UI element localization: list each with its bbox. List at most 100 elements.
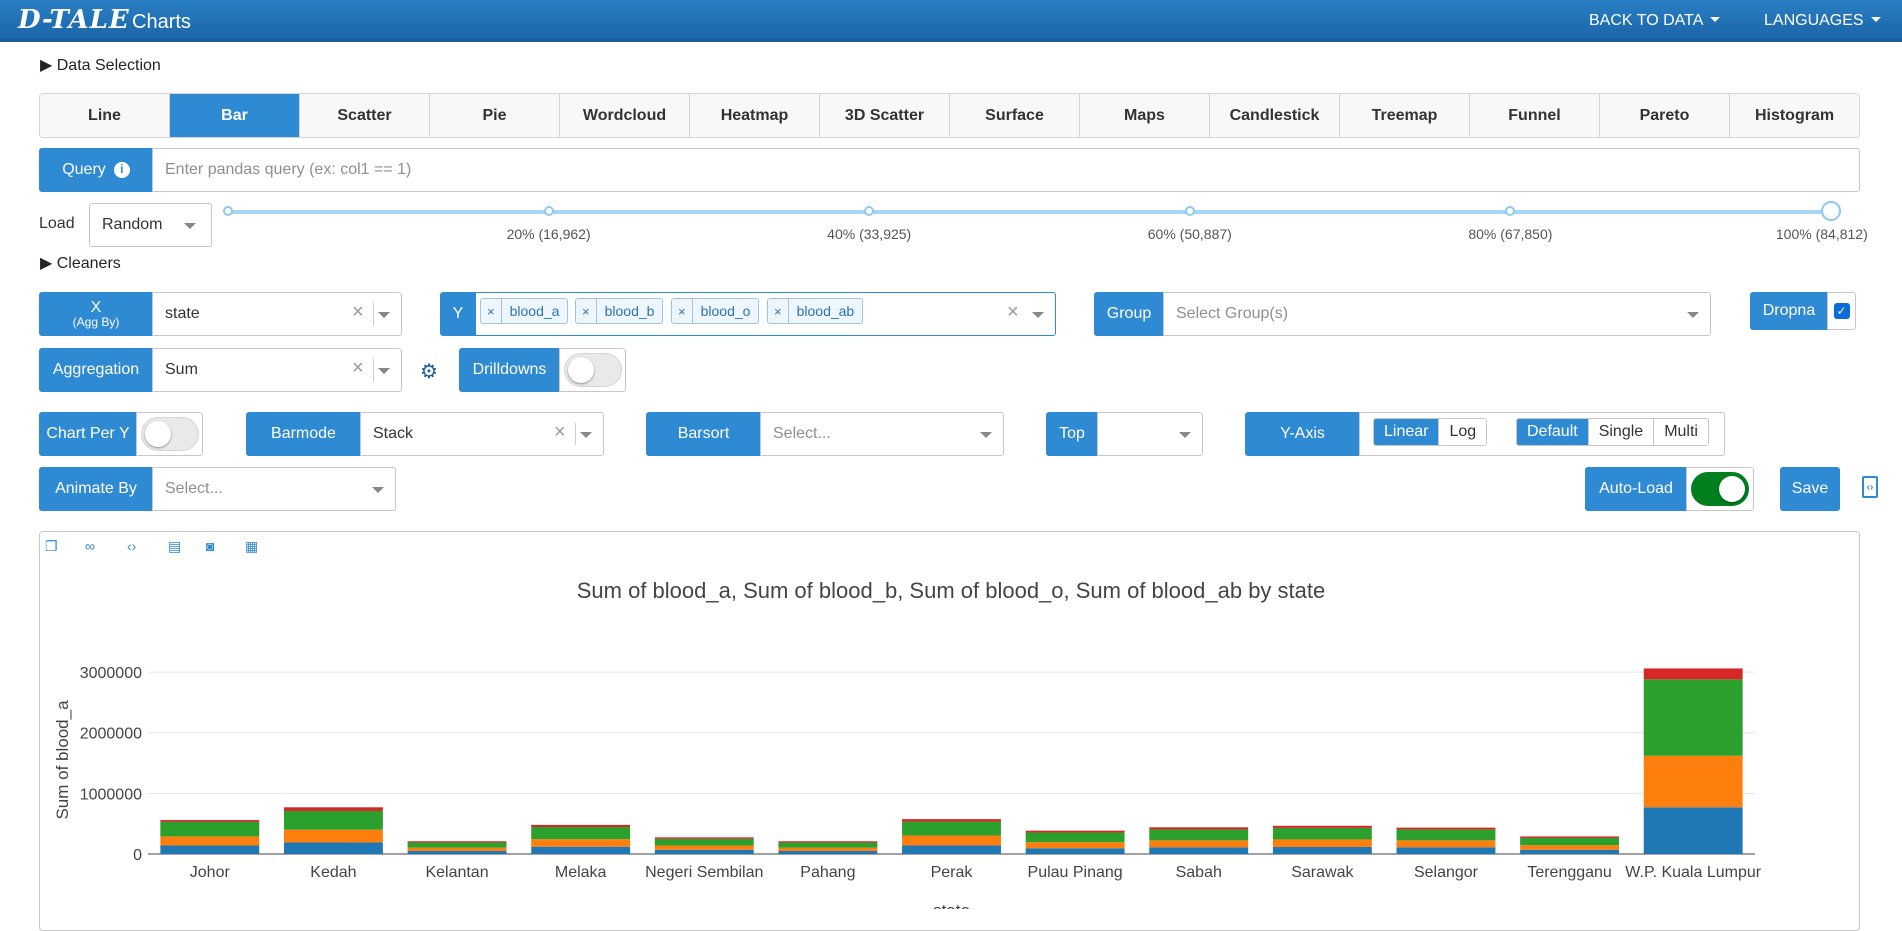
auto-load-toggle[interactable] [1691,472,1749,506]
csv-export-icon[interactable]: ▦ [245,538,261,554]
y-axis-mode-toggle: Default Single Multi [1516,418,1709,446]
tab-histogram[interactable]: Histogram [1730,94,1859,137]
query-placeholder: Enter pandas query (ex: col1 == 1) [165,161,412,178]
group-placeholder: Select Group(s) [1176,305,1289,322]
code-icon[interactable]: ‹› [127,538,143,554]
x-label: X (Agg By) [39,292,153,336]
tab-scatter[interactable]: Scatter [300,94,430,137]
clear-icon[interactable]: × [1007,301,1019,324]
animate-by-select[interactable]: Select... [152,467,396,511]
x-sublabel: (Agg By) [72,315,120,330]
barmode-label: Barmode [246,412,361,456]
chevron-down-icon[interactable] [980,432,992,438]
chevron-down-icon[interactable] [378,312,390,318]
clear-icon[interactable]: × [352,301,364,324]
dropna-checkbox[interactable]: ✓ [1833,303,1850,319]
x-value: state [165,305,200,322]
languages-label: LANGUAGES [1764,12,1864,29]
dropna-label: Dropna [1750,292,1828,330]
tab-wordcloud[interactable]: Wordcloud [560,94,690,137]
aggregation-select[interactable]: Sum × [152,348,402,392]
clear-icon[interactable]: × [352,357,364,380]
gear-icon[interactable]: ⚙ [420,359,438,384]
y-chip-label: blood_ab [796,303,855,319]
slider-tick [1184,206,1195,216]
tab-pie[interactable]: Pie [430,94,560,137]
tab-line[interactable]: Line [40,94,170,137]
y-axis-mode-default-button[interactable]: Default [1517,419,1589,445]
y-chip-label: blood_o [700,303,751,319]
y-chip: × blood_ab [767,298,864,324]
y-label-text: Y [452,305,464,323]
drilldowns-label: Drilldowns [459,348,560,392]
popup-icon[interactable]: ❐ [45,538,61,554]
slider-tick [864,206,875,216]
tab-pareto[interactable]: Pareto [1600,94,1730,137]
x-select[interactable]: state × [152,292,402,336]
y-axis-scale-linear-button[interactable]: Linear [1374,419,1440,445]
top-navbar: D-TALE Charts BACK TO DATA LANGUAGES [0,0,1902,42]
group-label-text: Group [1106,305,1152,323]
load-value: Random [102,216,163,233]
tab-maps[interactable]: Maps [1080,94,1210,137]
export-code-icon[interactable]: ‹› [1862,476,1878,498]
slider-mark-label[interactable]: 40% (33,925) [827,226,911,242]
remove-chip-icon[interactable]: × [672,299,693,323]
chevron-down-icon[interactable] [1179,432,1191,438]
aggregation-label-text: Aggregation [52,361,140,379]
data-selection-toggle[interactable]: ▶ Data Selection [40,55,161,75]
slider-mark-label[interactable]: 80% (67,850) [1468,226,1552,242]
toggle-knob [1719,476,1745,502]
dtale-logo[interactable]: D-TALE [18,5,130,35]
y-axis-mode-single-button[interactable]: Single [1588,419,1655,445]
cleaners-label: Cleaners [56,255,121,272]
load-slider-handle[interactable] [1821,201,1841,221]
back-to-data-menu[interactable]: BACK TO DATA [1589,12,1721,30]
slider-mark-label[interactable]: 60% (50,887) [1148,226,1232,242]
remove-chip-icon[interactable]: × [768,299,789,323]
drilldowns-label-text: Drilldowns [472,361,547,379]
remove-chip-icon[interactable]: × [481,299,502,323]
slider-mark-label[interactable]: 20% (16,962) [507,226,591,242]
top-select[interactable] [1097,412,1203,456]
chart-per-y-toggle[interactable] [141,417,199,451]
slider-mark-label[interactable]: 100% (84,812) [1776,226,1868,242]
save-button[interactable]: Save [1780,467,1840,511]
chevron-down-icon[interactable] [1687,312,1699,318]
chevron-down-icon[interactable] [378,368,390,374]
group-select[interactable]: Select Group(s) [1163,292,1711,336]
chevron-down-icon[interactable] [1032,312,1044,318]
link-icon[interactable]: ∞ [85,538,101,554]
tab-surface[interactable]: Surface [950,94,1080,137]
tab-candlestick[interactable]: Candlestick [1210,94,1340,137]
y-axis-scale-log-button[interactable]: Log [1439,419,1487,445]
load-slider-track[interactable] [228,210,1831,214]
y-axis-title: Sum of blood_a [53,700,72,820]
caret-down-icon [1710,17,1721,22]
remove-chip-icon[interactable]: × [576,299,597,323]
tab-funnel[interactable]: Funnel [1470,94,1600,137]
clear-icon[interactable]: × [554,421,566,444]
info-icon[interactable]: i [113,162,130,178]
chart-type-tabs: Line Bar Scatter Pie Wordcloud Heatmap 3D Scat… [39,93,1860,138]
chart-per-y-label-text: Chart Per Y [46,425,130,443]
languages-menu[interactable]: LANGUAGES [1764,12,1881,30]
load-label: Load [39,215,75,232]
barsort-select[interactable]: Select... [760,412,1004,456]
y-axis-mode-multi-button[interactable]: Multi [1654,419,1708,445]
chevron-down-icon[interactable] [372,487,384,493]
chevron-down-icon[interactable] [580,432,592,438]
query-label: Query i [39,148,153,192]
tab-bar[interactable]: Bar [170,94,300,137]
tab-heatmap[interactable]: Heatmap [690,94,820,137]
camera-icon[interactable]: ◙ [206,538,222,554]
back-to-data-label: BACK TO DATA [1589,12,1704,29]
drilldowns-toggle[interactable] [564,353,622,387]
query-input[interactable]: Enter pandas query (ex: col1 == 1) [152,148,1860,192]
cleaners-toggle[interactable]: ▶ Cleaners [40,253,121,273]
tab-treemap[interactable]: Treemap [1340,94,1470,137]
export-file-icon[interactable]: ▤ [168,538,184,554]
barmode-select[interactable]: Stack × [360,412,604,456]
load-select[interactable]: Random [89,203,212,247]
tab-3d-scatter[interactable]: 3D Scatter [820,94,950,137]
